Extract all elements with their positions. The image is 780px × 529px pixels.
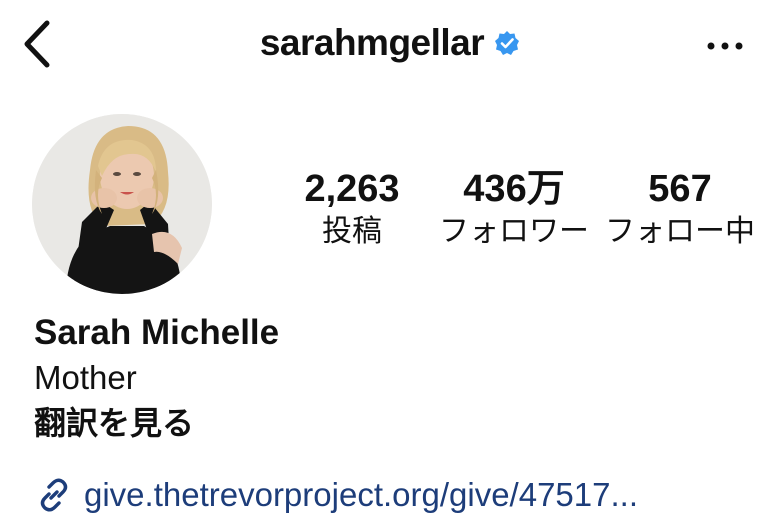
profile-bio: Sarah Michelle Mother 翻訳を見る	[34, 310, 754, 446]
following-label: フォロー中	[605, 214, 755, 249]
posts-count: 2,263	[304, 168, 400, 210]
more-options-button[interactable]	[700, 28, 750, 64]
more-horizontal-icon	[707, 42, 743, 50]
followers-label: フォロワー	[439, 214, 589, 249]
posts-stat[interactable]: 2,263 投稿	[272, 166, 432, 252]
profile-stats: 2,263 投稿 436万 フォロワー 567 フォロー中	[282, 166, 762, 266]
posts-label: 投稿	[322, 214, 382, 249]
verified-badge-icon	[495, 31, 520, 55]
avatar-photo	[32, 114, 212, 294]
bio-text: Mother	[34, 359, 137, 396]
bio-link-text: give.thetrevorproject.org/give/47517...	[84, 476, 638, 513]
followers-count: 436万	[463, 168, 565, 210]
following-count: 567	[648, 168, 712, 210]
profile-username: sarahmgellar	[259, 22, 485, 63]
followers-stat[interactable]: 436万 フォロワー	[434, 166, 594, 252]
profile-header: sarahmgellar	[0, 0, 780, 92]
profile-avatar[interactable]	[32, 114, 212, 294]
title-group: sarahmgellar	[0, 22, 780, 64]
display-name: Sarah Michelle	[34, 313, 280, 352]
bio-link[interactable]: give.thetrevorproject.org/give/47517...	[34, 470, 774, 520]
link-icon	[34, 475, 74, 515]
following-stat[interactable]: 567 フォロー中	[600, 166, 760, 252]
see-translation-button[interactable]: 翻訳を見る	[34, 400, 754, 446]
